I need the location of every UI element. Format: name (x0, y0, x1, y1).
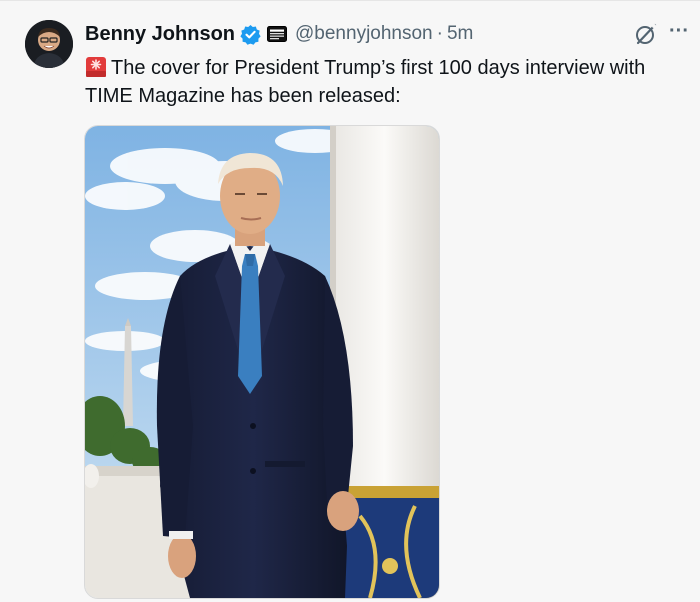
tweet[interactable]: Benny Johnson @bennyjohnson · 5m ··· The… (0, 0, 700, 602)
separator-dot: · (436, 23, 443, 44)
verified-badge-icon[interactable] (240, 24, 261, 45)
affiliate-badge-icon[interactable] (267, 26, 288, 42)
timestamp[interactable]: 5m (447, 23, 473, 45)
tweet-text: The cover for President Trump’s first 10… (85, 54, 685, 110)
avatar[interactable] (25, 20, 73, 68)
tweet-body-text: The cover for President Trump’s first 10… (85, 57, 646, 107)
grok-icon[interactable] (634, 22, 658, 46)
tweet-header: Benny Johnson @bennyjohnson · 5m (85, 20, 473, 48)
user-handle[interactable]: @bennyjohnson (295, 23, 433, 45)
rotating-light-icon (85, 56, 107, 78)
portrait-photo (85, 126, 439, 598)
avatar-image (25, 20, 73, 68)
display-name[interactable]: Benny Johnson (85, 23, 235, 46)
divider (0, 0, 700, 1)
more-options-icon[interactable]: ··· (664, 20, 694, 46)
tweet-media-image[interactable] (84, 125, 440, 599)
